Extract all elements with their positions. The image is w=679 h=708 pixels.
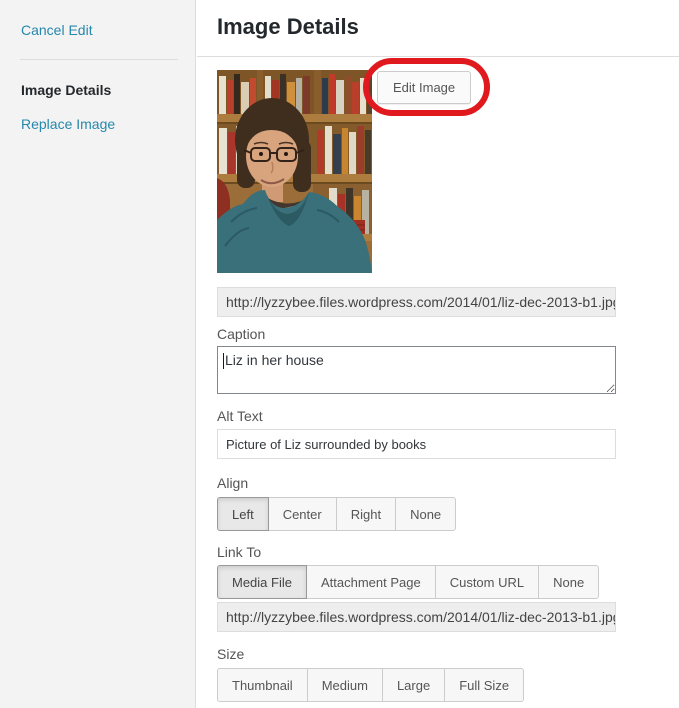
size-button-medium[interactable]: Medium [307,668,383,702]
main-header: Image Details [197,0,679,57]
alt-text-label: Alt Text [217,408,263,424]
file-url-field[interactable]: http://lyzzybee.files.wordpress.com/2014… [217,287,616,317]
align-button-center[interactable]: Center [268,497,337,531]
align-button-group: LeftCenterRightNone [217,497,456,531]
sidebar-item-replace-image[interactable]: Replace Image [21,116,115,132]
caption-input[interactable]: Liz in her house [217,346,616,394]
liz-photo [217,70,372,273]
text-caret [223,353,224,369]
size-button-large[interactable]: Large [382,668,445,702]
align-button-none[interactable]: None [395,497,456,531]
link-to-label: Link To [217,544,261,560]
size-button-group: ThumbnailMediumLargeFull Size [217,668,524,702]
size-button-full-size[interactable]: Full Size [444,668,524,702]
sidebar-item-image-details[interactable]: Image Details [21,82,111,98]
main-panel: Image Details [197,0,679,708]
link-to-button-group: Media FileAttachment PageCustom URLNone [217,565,599,599]
link-to-button-custom-url[interactable]: Custom URL [435,565,539,599]
size-label: Size [217,646,244,662]
page-title: Image Details [217,14,359,40]
caption-label: Caption [217,326,265,342]
image-preview [217,70,372,273]
sidebar-item-cancel-edit[interactable]: Cancel Edit [21,22,93,38]
align-label: Align [217,475,248,491]
link-to-button-media-file[interactable]: Media File [217,565,307,599]
link-to-button-none[interactable]: None [538,565,599,599]
alt-text-input[interactable] [217,429,616,459]
sidebar-divider [20,59,178,60]
align-button-right[interactable]: Right [336,497,396,531]
edit-image-button[interactable]: Edit Image [377,71,471,104]
size-button-thumbnail[interactable]: Thumbnail [217,668,308,702]
image-details-modal: Cancel Edit Image Details Replace Image … [0,0,679,708]
link-url-field[interactable]: http://lyzzybee.files.wordpress.com/2014… [217,602,616,632]
link-to-button-attachment-page[interactable]: Attachment Page [306,565,436,599]
sidebar: Cancel Edit Image Details Replace Image [0,0,196,708]
align-button-left[interactable]: Left [217,497,269,531]
